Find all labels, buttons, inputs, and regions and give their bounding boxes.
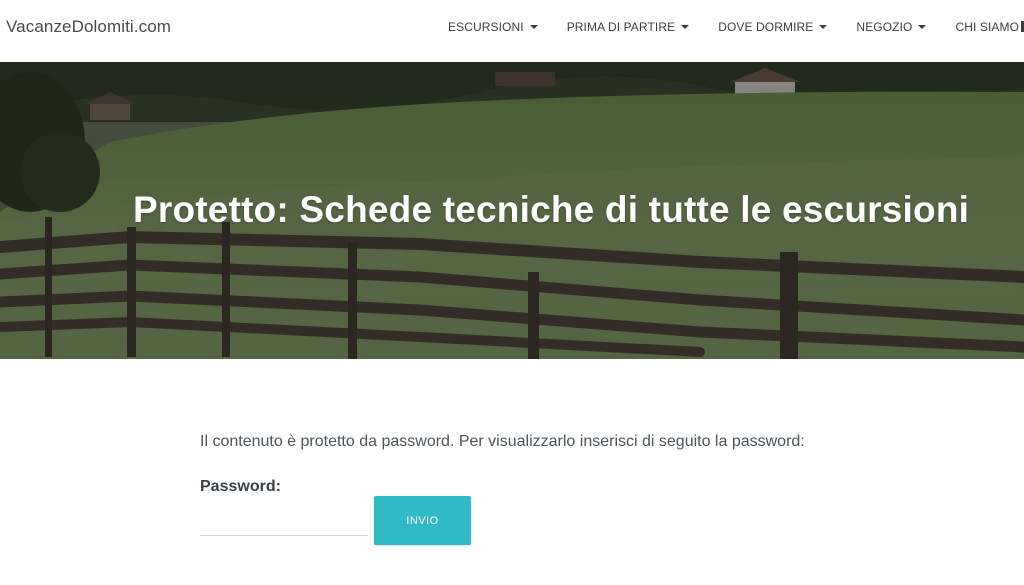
submit-button[interactable]: INVIO: [374, 496, 471, 545]
caret-down-icon: [918, 25, 927, 29]
nav-item-negozio[interactable]: NEGOZIO: [856, 20, 927, 34]
caret-down-icon: [529, 25, 538, 29]
nav-item-label: CHI SIAMO: [955, 20, 1020, 34]
page-title: Protetto: Schede tecniche di tutte le es…: [133, 189, 970, 230]
main-nav: ESCURSIONI PRIMA DI PARTIRE DOVE DORMIRE…: [448, 20, 1024, 34]
password-notice: Il contenuto è protetto da password. Per…: [200, 433, 805, 450]
password-label: Password:: [200, 478, 281, 495]
site-logo[interactable]: VacanzeDolomiti.com: [6, 17, 171, 37]
nav-item-label: ESCURSIONI: [448, 20, 524, 34]
hero-banner: Protetto: Schede tecniche di tutte le es…: [0, 62, 1024, 359]
nav-item-label: PRIMA DI PARTIRE: [566, 20, 676, 34]
nav-item-label: DOVE DORMIRE: [718, 20, 814, 34]
nav-item-chi-siamo[interactable]: CHI SIAMO: [955, 20, 1024, 34]
password-input[interactable]: [200, 508, 368, 536]
nav-item-dove-dormire[interactable]: DOVE DORMIRE: [718, 20, 828, 34]
nav-item-prima-di-partire[interactable]: PRIMA DI PARTIRE: [567, 20, 690, 34]
nav-item-escursioni[interactable]: ESCURSIONI: [448, 20, 538, 34]
caret-down-icon: [681, 25, 690, 29]
caret-down-icon: [819, 25, 828, 29]
nav-item-label: NEGOZIO: [856, 20, 913, 34]
site-header: VacanzeDolomiti.com ESCURSIONI PRIMA DI …: [0, 0, 1024, 62]
